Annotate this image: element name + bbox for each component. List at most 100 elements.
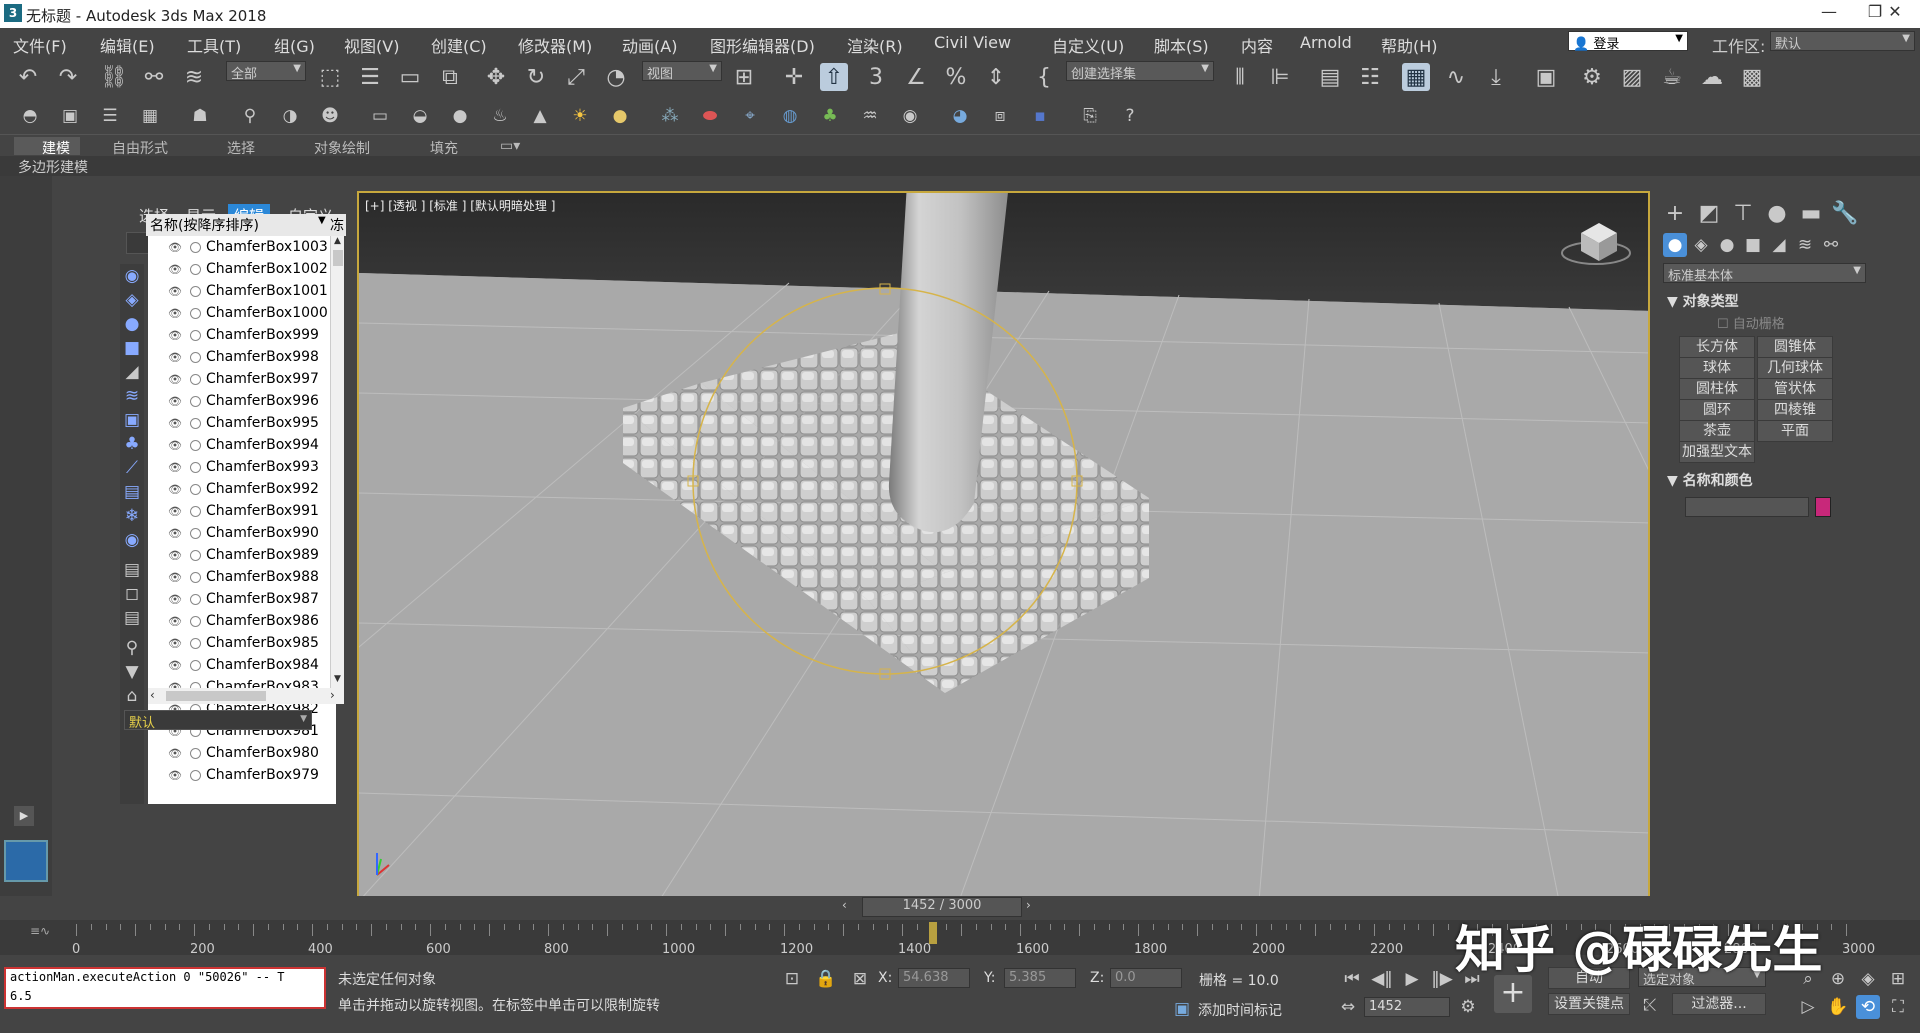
display-all-icon[interactable]: ▤ <box>120 558 144 582</box>
viewport-layout-icon[interactable] <box>4 840 48 882</box>
named-selection-dropdown[interactable]: 创建选择集 ▼ <box>1066 61 1214 82</box>
redo-icon[interactable]: ↷ <box>54 63 82 91</box>
x-coordinate-field[interactable]: 54.638 <box>898 968 970 988</box>
helpers-icon[interactable]: ◢ <box>1767 233 1791 257</box>
plant-icon[interactable]: ♣ <box>818 104 842 128</box>
render-iterative-icon[interactable]: ☁ <box>1698 63 1726 91</box>
key-tangent-icon[interactable]: ⤪ <box>1638 993 1662 1017</box>
selection-lock-icon[interactable]: 🔒 <box>814 967 838 991</box>
cone-button[interactable]: 圆锥体 <box>1757 336 1833 358</box>
cone-icon[interactable]: ▲ <box>528 104 552 128</box>
next-key-icon[interactable]: ‖▶ <box>1430 967 1454 991</box>
angle-snap-icon[interactable]: ∠ <box>902 63 930 91</box>
filter-icon[interactable]: ⚲ <box>120 636 144 660</box>
visibility-eye-icon[interactable]: 👁 <box>168 307 182 320</box>
teapot-primitive-icon[interactable]: ♨ <box>488 104 512 128</box>
current-frame-marker[interactable] <box>928 922 937 944</box>
plane-button[interactable]: 平面 <box>1757 420 1833 442</box>
polygon-modeling-label[interactable]: 多边形建模 <box>18 157 88 177</box>
ribbon-tab-populate[interactable]: 填充 <box>430 138 458 158</box>
prev-frame-button[interactable]: ‹ <box>842 898 847 912</box>
list-item[interactable]: 👁 ChamferBox1001 <box>148 280 336 302</box>
bind-space-warp-icon[interactable]: ≋ <box>180 63 208 91</box>
list-item[interactable]: 👁 ChamferBox999 <box>148 324 336 346</box>
box-primitive-icon[interactable]: ▭ <box>368 104 392 128</box>
scroll-thumb[interactable] <box>333 250 343 266</box>
rectangular-selection-icon[interactable]: ▭ <box>396 63 424 91</box>
sphere-icon[interactable]: ● <box>448 104 472 128</box>
sort-down-icon[interactable]: ▼ <box>318 215 326 226</box>
menu-graph-editors[interactable]: 图形编辑器(D) <box>710 33 815 57</box>
move-icon[interactable]: ✥ <box>482 63 510 91</box>
systems-icon[interactable]: ⚯ <box>1819 233 1843 257</box>
ribbon-tab-freeform[interactable]: 自由形式 <box>112 138 168 158</box>
menu-modifiers[interactable]: 修改器(M) <box>518 33 592 57</box>
list-item[interactable]: 👁 ChamferBox984 <box>148 654 336 676</box>
zoom-extents-icon[interactable]: ◈ <box>1856 967 1880 991</box>
space-warps-icon[interactable]: ≋ <box>1793 233 1817 257</box>
ribbon-tab-selection[interactable]: 选择 <box>227 138 255 158</box>
menu-scripting[interactable]: 脚本(S) <box>1154 33 1209 57</box>
menu-customize[interactable]: 自定义(U) <box>1052 33 1124 57</box>
field-of-view-icon[interactable]: ▷ <box>1796 995 1820 1019</box>
hscroll-thumb[interactable] <box>166 691 266 701</box>
layer-dropdown[interactable]: 默认 ▼ <box>124 710 312 731</box>
render-production-icon[interactable]: ☕ <box>1658 63 1686 91</box>
edit-named-selection-icon[interactable]: { <box>1030 63 1058 91</box>
hemisphere-icon[interactable]: ◒ <box>408 104 432 128</box>
render-frame-icon[interactable]: ▣ <box>58 104 82 128</box>
teapot-button[interactable]: 茶壶 <box>1679 420 1755 442</box>
visibility-eye-icon[interactable]: 👁 <box>168 769 182 782</box>
visibility-eye-icon[interactable]: 👁 <box>168 329 182 342</box>
pan-icon[interactable]: ✋ <box>1826 995 1850 1019</box>
list-item[interactable]: 👁 ChamferBox987 <box>148 588 336 610</box>
time-slider[interactable]: 1452 / 3000 <box>862 897 1022 917</box>
link-icon[interactable]: ⛓ <box>100 63 128 91</box>
display-none-icon[interactable]: ◻ <box>120 582 144 606</box>
rotate-icon[interactable]: ↻ <box>522 63 550 91</box>
camera-filter-icon[interactable]: ■ <box>120 336 144 360</box>
list-item[interactable]: 👁 ChamferBox992 <box>148 478 336 500</box>
frozen-filter-icon[interactable]: ❄ <box>120 504 144 528</box>
set-key-button[interactable]: 设置关键点 <box>1548 993 1630 1015</box>
sun-icon[interactable]: ☀ <box>568 104 592 128</box>
environment-sphere-icon[interactable]: ◕ <box>948 104 972 128</box>
maxscript-listener-line1[interactable]: actionMan.executeAction 0 "50026" -- T <box>4 967 326 987</box>
close-button[interactable]: ✕ <box>1872 2 1918 26</box>
list-item[interactable]: 👁 ChamferBox995 <box>148 412 336 434</box>
list-item[interactable]: 👁 ChamferBox1000 <box>148 302 336 324</box>
visibility-eye-icon[interactable]: 👁 <box>168 241 182 254</box>
visibility-eye-icon[interactable]: 👁 <box>168 263 182 276</box>
prev-key-icon[interactable]: ◀‖ <box>1370 967 1394 991</box>
material-slot-icon[interactable]: ⧈ <box>988 104 1012 128</box>
list-item[interactable]: 👁 ChamferBox990 <box>148 522 336 544</box>
render-in-cloud-icon[interactable]: ▩ <box>1738 63 1766 91</box>
pyramid-button[interactable]: 四棱锥 <box>1757 399 1833 421</box>
minimize-button[interactable]: — <box>1806 2 1852 26</box>
zoom-all-icon[interactable]: ⊕ <box>1826 967 1850 991</box>
spacewarp-filter-icon[interactable]: ≋ <box>120 384 144 408</box>
teapot-icon[interactable]: ◓ <box>18 104 42 128</box>
expand-arrow-icon[interactable]: ▶ <box>14 806 34 826</box>
horizontal-scrollbar[interactable]: ‹ › <box>148 688 344 704</box>
shapes-icon[interactable]: ◈ <box>1689 233 1713 257</box>
lock-icon[interactable]: ⌂ <box>120 684 144 708</box>
list-icon[interactable]: ☰ <box>98 104 122 128</box>
object-type-rollout[interactable]: ▼ 对象类型 <box>1667 291 1739 311</box>
zoom-extents-all-icon[interactable]: ⊞ <box>1886 967 1910 991</box>
visibility-eye-icon[interactable]: 👁 <box>168 351 182 364</box>
visibility-eye-icon[interactable]: 👁 <box>168 483 182 496</box>
align-icon[interactable]: ⊫ <box>1266 63 1294 91</box>
snap-3d-icon[interactable]: 3 <box>862 63 890 91</box>
app-icon[interactable]: 3 <box>4 4 22 22</box>
perspective-viewport[interactable]: [+] [透视 ] [标准 ] [默认明暗处理 ] <box>357 191 1650 899</box>
list-item[interactable]: 👁 ChamferBox994 <box>148 434 336 456</box>
z-coordinate-field[interactable]: 0.0 <box>1110 968 1182 988</box>
capsule-icon[interactable]: ⬬ <box>698 104 722 128</box>
time-tag-icon[interactable]: ▣ <box>1170 997 1194 1021</box>
asset-tracking-icon[interactable]: ⎘ <box>1078 104 1102 128</box>
material-editor-icon[interactable]: ▣ <box>1532 63 1560 91</box>
mini-curve-editor-icon[interactable]: ≡∿ <box>30 924 50 938</box>
spinner-snap-icon[interactable]: ⇕ <box>982 63 1010 91</box>
ribbon-tab-modeling[interactable]: 建模 <box>42 138 70 158</box>
